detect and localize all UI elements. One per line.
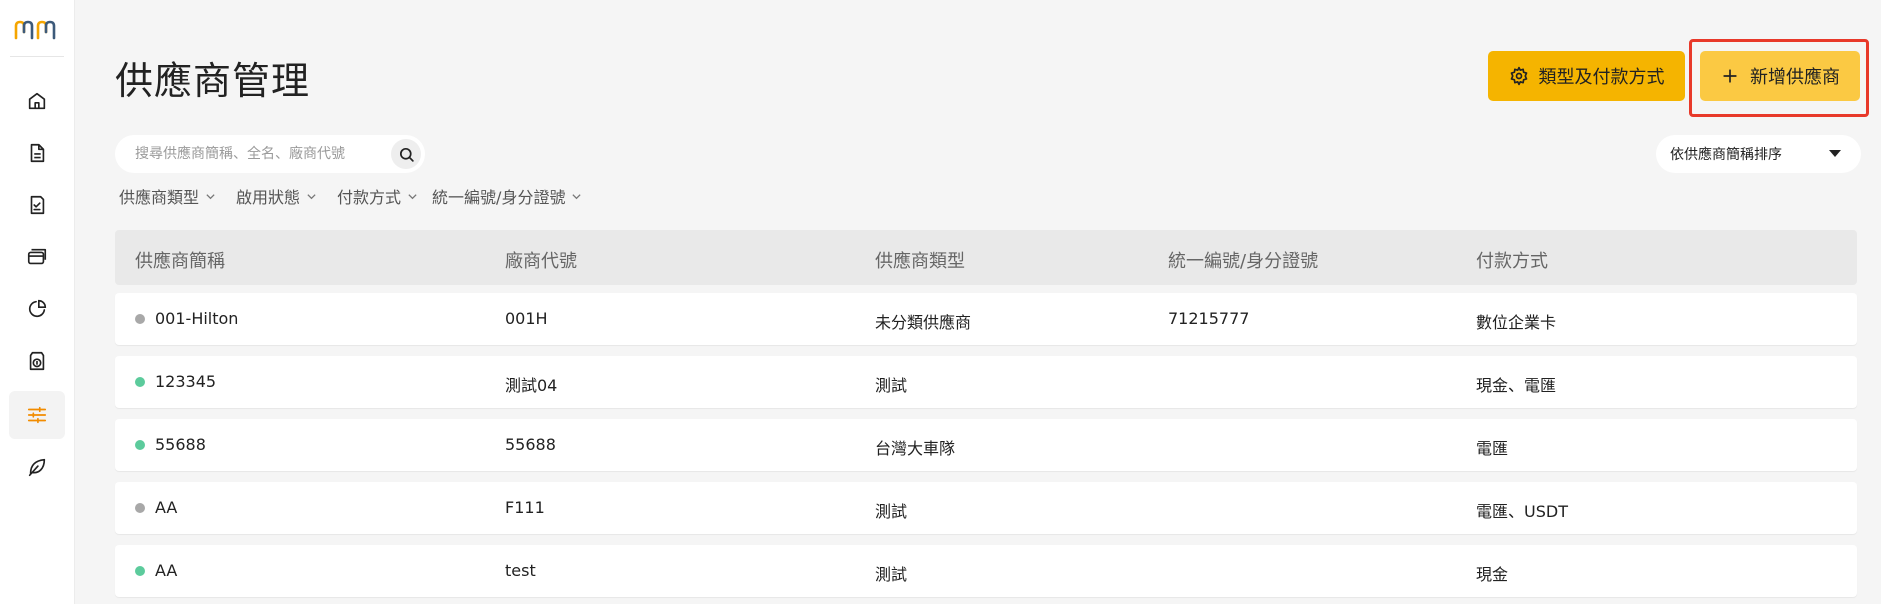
sidebar-item-approvals[interactable]	[9, 181, 65, 229]
filter-supplier-type[interactable]: 供應商類型	[119, 184, 216, 208]
filter-bar: 供應商類型 啟用狀態 付款方式 統一編號/身分證號	[119, 184, 582, 208]
search-box	[115, 135, 425, 173]
sidebar-item-documents[interactable]	[9, 129, 65, 177]
cell-payment: 電匯	[1476, 439, 1509, 458]
filter-label: 啟用狀態	[236, 188, 301, 207]
leaf-icon	[28, 458, 46, 477]
cell-payment: 現金、電匯	[1476, 376, 1557, 395]
chevron-down-icon	[307, 193, 316, 199]
cell-type: 測試	[875, 376, 908, 395]
cell-type: 測試	[875, 502, 908, 521]
table-row[interactable]: AA F111 測試 電匯、USDT	[115, 482, 1857, 534]
caret-down-icon	[1829, 150, 1841, 157]
filter-label: 統一編號/身分證號	[432, 188, 566, 207]
home-icon	[28, 92, 46, 110]
column-header-tax-id[interactable]: 統一編號/身分證號	[1168, 247, 1318, 273]
sort-label: 依供應商簡稱排序	[1670, 147, 1782, 163]
cell-type: 未分類供應商	[875, 313, 972, 332]
status-dot	[135, 503, 145, 513]
chevron-down-icon	[206, 193, 215, 199]
cell-payment: 電匯、USDT	[1476, 502, 1568, 521]
logo-icon[interactable]	[14, 18, 60, 42]
cell-name: 123345	[155, 372, 217, 391]
table-row[interactable]: 123345 測試04 測試 現金、電匯	[115, 356, 1857, 408]
cell-code: 55688	[505, 435, 556, 454]
chevron-down-icon	[408, 193, 417, 199]
sort-dropdown[interactable]: 依供應商簡稱排序	[1656, 135, 1861, 173]
search-input[interactable]	[135, 144, 395, 164]
column-header-payment[interactable]: 付款方式	[1476, 247, 1548, 273]
status-dot	[135, 377, 145, 387]
table-row[interactable]: AA test 測試 現金	[115, 545, 1857, 597]
credit-card-icon	[27, 248, 47, 265]
filter-label: 供應商類型	[119, 188, 200, 207]
checklist-icon	[30, 195, 45, 215]
filter-status[interactable]: 啟用狀態	[236, 184, 317, 208]
cell-payment: 現金	[1476, 565, 1509, 584]
sidebar-item-cards[interactable]	[9, 233, 65, 281]
cell-name: 55688	[155, 435, 206, 454]
cell-code: F111	[505, 498, 545, 517]
cell-name: AA	[155, 561, 178, 580]
types-button-label: 類型及付款方式	[1538, 67, 1665, 88]
sidebar	[0, 0, 75, 604]
filter-payment-method[interactable]: 付款方式	[337, 184, 418, 208]
cell-code: 001H	[505, 309, 548, 328]
money-icon	[29, 351, 45, 371]
sidebar-item-home[interactable]	[9, 77, 65, 125]
page-title: 供應商管理	[115, 59, 311, 103]
table-row[interactable]: 001-Hilton 001H 未分類供應商 71215777 數位企業卡	[115, 293, 1857, 345]
table-row[interactable]: 55688 55688 台灣大車隊 電匯	[115, 419, 1857, 471]
cell-type: 台灣大車隊	[875, 439, 956, 458]
filter-label: 付款方式	[337, 188, 402, 207]
chevron-down-icon	[572, 193, 582, 199]
cell-name: 001-Hilton	[155, 309, 239, 328]
column-header-code[interactable]: 廠商代號	[505, 247, 577, 273]
gear-icon	[1510, 66, 1527, 86]
sidebar-item-reports[interactable]	[9, 285, 65, 333]
pie-chart-icon	[28, 299, 47, 318]
plus-icon	[1723, 69, 1737, 83]
cell-type: 測試	[875, 565, 908, 584]
filter-tax-id[interactable]: 統一編號/身分證號	[432, 184, 582, 208]
cell-code: test	[505, 561, 536, 580]
table-header: 供應商簡稱 廠商代號 供應商類型 統一編號/身分證號 付款方式	[115, 230, 1857, 285]
search-button[interactable]	[391, 139, 421, 169]
add-supplier-button[interactable]: 新增供應商	[1700, 51, 1860, 101]
sidebar-item-settings[interactable]	[9, 391, 65, 439]
document-icon	[30, 143, 45, 163]
add-button-label: 新增供應商	[1750, 67, 1840, 88]
sidebar-divider	[10, 56, 64, 57]
cell-payment: 數位企業卡	[1476, 313, 1557, 332]
status-dot	[135, 314, 145, 324]
sliders-icon	[27, 406, 47, 424]
status-dot	[135, 440, 145, 450]
cell-name: AA	[155, 498, 178, 517]
sidebar-item-sustainability[interactable]	[9, 443, 65, 491]
types-and-payment-button[interactable]: 類型及付款方式	[1488, 51, 1685, 101]
cell-code: 測試04	[505, 376, 558, 395]
column-header-name[interactable]: 供應商簡稱	[135, 247, 225, 273]
search-icon	[399, 147, 414, 162]
status-dot	[135, 566, 145, 576]
column-header-type[interactable]: 供應商類型	[875, 247, 965, 273]
sidebar-item-finance[interactable]	[9, 337, 65, 385]
cell-tax-id: 71215777	[1168, 309, 1250, 328]
